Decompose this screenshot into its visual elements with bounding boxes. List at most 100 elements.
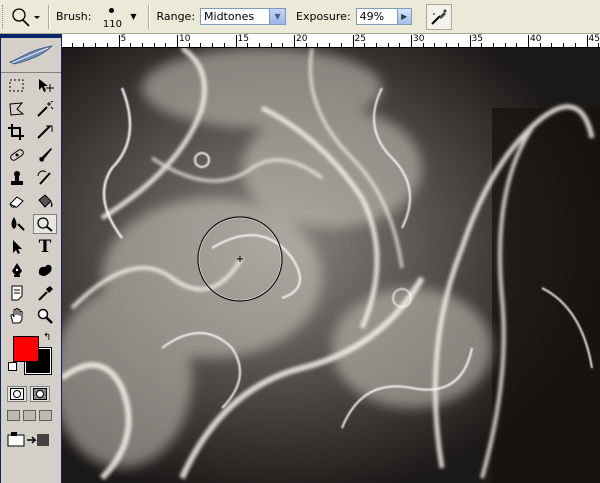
ruler-tick — [375, 43, 377, 47]
pen-tool-icon[interactable] — [5, 260, 29, 280]
lasso-tool-icon[interactable] — [5, 99, 29, 119]
ruler-label: 20 — [296, 34, 308, 44]
exposure-input[interactable]: 49% — [355, 8, 398, 25]
ruler-tick — [258, 43, 260, 47]
ruler-tick — [352, 35, 354, 47]
brush-picker-arrow-icon[interactable]: ▼ — [128, 12, 138, 21]
tool-preset-picker[interactable] — [8, 5, 42, 29]
eraser-tool-icon[interactable] — [5, 191, 29, 211]
move-tool-icon[interactable] — [33, 76, 57, 96]
ruler-tick — [223, 43, 225, 47]
airbrush-button[interactable] — [425, 3, 452, 30]
ruler-label: 40 — [530, 34, 542, 44]
full-screen-mode-icon[interactable] — [39, 410, 52, 421]
options-bar-grip[interactable] — [2, 4, 6, 29]
options-bar: Brush: 110 ▼ Range: Midtones ▼ Exposure:… — [0, 0, 600, 34]
ruler-tick — [399, 43, 401, 47]
healing-brush-tool-icon[interactable] — [5, 145, 29, 165]
ruler-tick — [270, 43, 272, 47]
ruler-tick — [153, 43, 155, 47]
document-canvas[interactable] — [62, 48, 600, 483]
path-selection-tool-icon[interactable] — [5, 237, 29, 257]
chevron-down-icon[interactable]: ▼ — [269, 9, 286, 24]
ruler-tick — [317, 43, 319, 47]
brush-label: Brush: — [56, 10, 92, 23]
tool-grid: T — [1, 73, 61, 326]
swap-colors-icon[interactable]: ↰ — [43, 332, 51, 343]
ruler-tick — [574, 43, 576, 47]
quick-mask-mode-button[interactable] — [30, 386, 50, 402]
ruler-tick — [516, 43, 518, 47]
ruler-label: 25 — [354, 34, 366, 44]
quick-mask-icon — [33, 388, 47, 400]
ruler-tick — [469, 35, 471, 47]
ruler-tick — [130, 43, 132, 47]
ruler-tick — [551, 43, 553, 47]
ruler-tick — [118, 35, 120, 47]
exposure-label: Exposure: — [296, 10, 351, 23]
ruler-tick — [528, 35, 529, 47]
ruler-tick — [411, 35, 412, 47]
smoke-image — [62, 48, 600, 483]
dodge-tool-icon — [12, 7, 40, 27]
standard-screen-mode-icon[interactable] — [7, 410, 20, 421]
full-screen-menu-mode-icon[interactable] — [23, 410, 36, 421]
imageready-icon — [7, 432, 49, 447]
hand-tool-icon[interactable] — [5, 306, 29, 326]
options-separator — [48, 4, 50, 29]
ruler-tick — [95, 43, 97, 47]
ruler-label: 45 — [588, 34, 600, 44]
zoom-tool-icon[interactable] — [33, 306, 57, 326]
blur-tool-icon[interactable] — [5, 214, 29, 234]
ruler-tick — [457, 43, 459, 47]
ruler-tick — [106, 43, 108, 47]
options-separator — [148, 4, 151, 29]
eyedropper-tool-icon[interactable] — [33, 283, 57, 303]
dodge-tool-icon[interactable] — [33, 214, 57, 234]
horizontal-ruler: 5101520253035404550 — [62, 34, 600, 48]
magic-wand-tool-icon[interactable] — [33, 99, 57, 119]
ruler-tick — [71, 43, 73, 47]
custom-shape-tool-icon[interactable] — [33, 260, 57, 280]
range-value: Midtones — [204, 10, 255, 23]
ruler-label: 30 — [413, 34, 425, 44]
ruler-tick — [200, 43, 202, 47]
history-brush-tool-icon[interactable] — [33, 168, 57, 188]
ruler-tick — [563, 43, 565, 47]
exposure-slider-button[interactable]: ▶ — [397, 8, 412, 25]
standard-mode-icon — [10, 388, 24, 400]
ruler-tick — [294, 35, 295, 47]
airbrush-icon — [430, 9, 447, 25]
ruler-tick — [504, 43, 506, 47]
range-select[interactable]: Midtones ▼ — [200, 8, 287, 25]
jump-to-imageready[interactable] — [1, 421, 61, 449]
ruler-tick — [212, 43, 214, 47]
photoshop-logo[interactable] — [1, 38, 61, 73]
paint-bucket-tool-icon[interactable] — [33, 191, 57, 211]
crop-tool-icon[interactable] — [5, 122, 29, 142]
brush-size: 110 — [102, 18, 122, 30]
screen-modes — [1, 402, 61, 421]
feather-icon — [8, 45, 54, 65]
ruler-tick — [282, 43, 284, 47]
ruler-tick — [387, 43, 389, 47]
brush-tool-icon[interactable] — [33, 145, 57, 165]
ruler-label: 10 — [179, 34, 191, 44]
notes-tool-icon[interactable] — [5, 283, 29, 303]
ruler-tick — [329, 43, 331, 47]
standard-mode-button[interactable] — [7, 386, 27, 402]
color-picker: ↰ — [5, 332, 61, 380]
ruler-label: 5 — [120, 34, 127, 44]
foreground-color-swatch[interactable] — [13, 336, 39, 362]
default-colors-icon[interactable] — [8, 362, 17, 371]
mask-modes — [1, 380, 61, 402]
brush-preview[interactable]: 110 — [96, 3, 128, 31]
ruler-tick — [177, 35, 178, 47]
ruler-label: 35 — [471, 34, 483, 44]
ruler-tick — [83, 43, 85, 47]
toolbox: T ↰ — [0, 34, 62, 483]
clone-stamp-tool-icon[interactable] — [5, 168, 29, 188]
marquee-tool-icon[interactable] — [5, 76, 29, 96]
type-tool-icon[interactable]: T — [33, 237, 57, 257]
slice-tool-icon[interactable] — [33, 122, 57, 142]
